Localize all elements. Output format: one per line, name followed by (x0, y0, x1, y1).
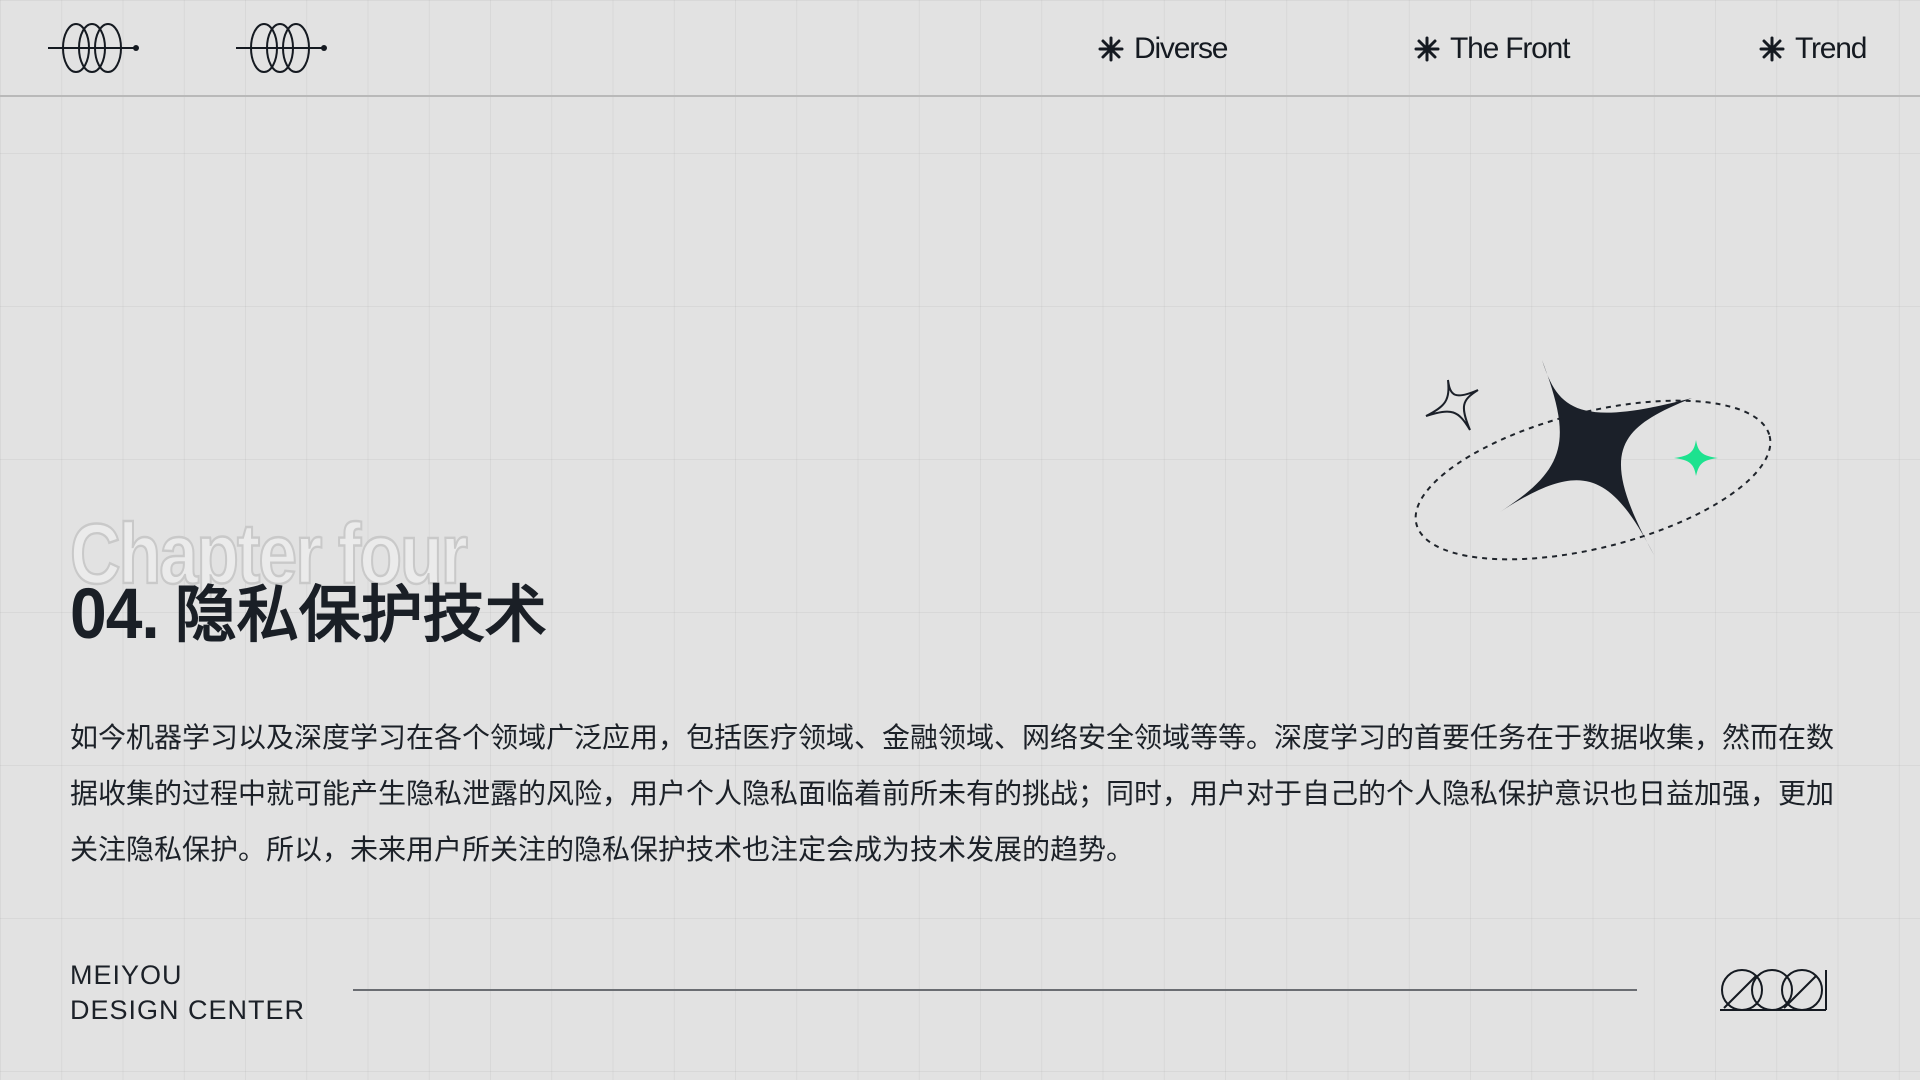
nav-item-the-front[interactable]: The Front (1414, 29, 1570, 69)
asterisk-star-icon (1759, 36, 1785, 62)
asterisk-star-icon (1098, 36, 1124, 62)
footer-divider (353, 989, 1637, 991)
page-title: 04 . 隐私保护技术 (70, 564, 547, 654)
section-dot: . (141, 573, 159, 653)
nav-item-trend[interactable]: Trend (1759, 29, 1867, 69)
nav-label: The Front (1450, 32, 1570, 65)
section-number: 04 (70, 573, 142, 653)
footer-brand: MEIYOU DESIGN CENTER (70, 958, 305, 1028)
ring-logo-icon (236, 23, 327, 73)
asterisk-star-icon (1414, 36, 1440, 62)
brand-line-1: MEIYOU (70, 960, 183, 990)
brand-line-2: DESIGN CENTER (70, 995, 306, 1025)
nav-label: Trend (1795, 32, 1867, 65)
ring-logo-icon (48, 23, 139, 73)
section-title: 隐私保护技术 (174, 578, 547, 651)
nav-label: Diverse (1134, 32, 1229, 65)
circles-logo-icon (1720, 969, 1827, 1011)
top-header: Diverse The Front Trend (0, 0, 1920, 97)
body-paragraph: 如今机器学习以及深度学习在各个领域广泛应用，包括医疗领域、金融领域、网络安全领域… (70, 721, 1835, 866)
nav-item-diverse[interactable]: Diverse (1098, 29, 1229, 69)
four-point-star-icon (1414, 360, 1772, 561)
